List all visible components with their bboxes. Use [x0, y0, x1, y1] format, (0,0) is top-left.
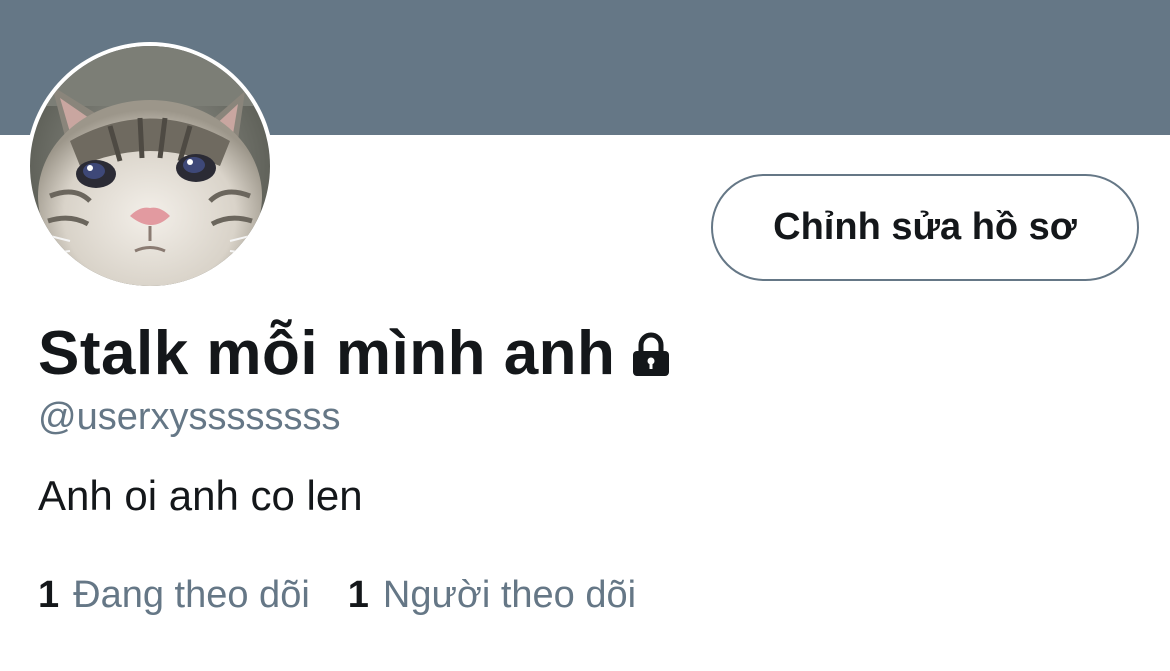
username-handle: @userxyssssssss — [38, 396, 341, 438]
following-link[interactable]: 1 Đang theo dõi — [38, 574, 310, 617]
followers-count: 1 — [347, 574, 369, 616]
following-count: 1 — [38, 574, 60, 616]
edit-profile-button[interactable]: Chỉnh sửa hồ sơ — [711, 174, 1139, 281]
profile-page: Chỉnh sửa hồ sơ Stalk mỗi mình anh @user… — [0, 0, 1170, 671]
lock-icon — [633, 332, 670, 376]
following-label: Đang theo dõi — [73, 574, 310, 616]
followers-label: Người theo dõi — [382, 574, 637, 616]
avatar-image — [30, 46, 270, 286]
name-row: Stalk mỗi mình anh — [38, 318, 675, 389]
avatar[interactable] — [26, 42, 274, 290]
follow-stats: 1 Đang theo dõi 1 Người theo dõi — [38, 574, 636, 617]
profile-bio: Anh oi anh co len — [38, 472, 363, 519]
display-name: Stalk mỗi mình anh — [38, 319, 616, 388]
followers-link[interactable]: 1 Người theo dõi — [348, 574, 636, 617]
